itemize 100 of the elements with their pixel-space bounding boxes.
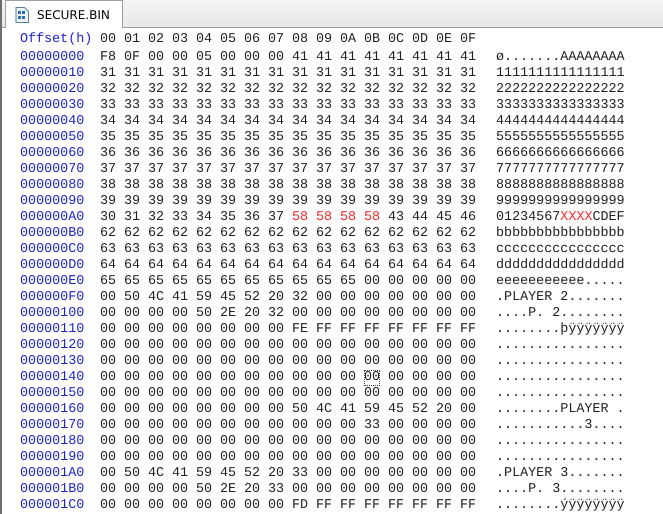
hex-byte[interactable]: 63 [316, 242, 332, 258]
hex-byte[interactable]: 32 [172, 82, 188, 98]
hex-byte[interactable]: 38 [364, 178, 380, 194]
hex-byte[interactable]: 00 [292, 450, 308, 466]
hex-byte[interactable]: 34 [148, 114, 164, 130]
hex-byte[interactable]: 32 [316, 82, 332, 98]
hex-byte[interactable]: 00 [148, 418, 164, 434]
hex-byte[interactable]: 00 [340, 354, 356, 370]
hex-byte[interactable]: 37 [172, 162, 188, 178]
hex-byte[interactable]: 00 [124, 498, 140, 514]
hex-byte[interactable]: 00 [148, 386, 164, 402]
hex-byte[interactable]: 63 [172, 242, 188, 258]
hex-byte[interactable]: 34 [244, 114, 260, 130]
hex-byte[interactable]: FF [364, 498, 380, 514]
hex-byte[interactable]: 00 [148, 498, 164, 514]
hex-byte[interactable]: 39 [412, 194, 428, 210]
hex-byte[interactable]: 41 [316, 50, 332, 66]
hex-byte[interactable]: 38 [388, 178, 404, 194]
hex-byte[interactable]: 39 [268, 194, 284, 210]
hex-byte[interactable]: 00 [388, 306, 404, 322]
hex-byte[interactable]: 00 [340, 338, 356, 354]
hex-byte[interactable]: 38 [316, 178, 332, 194]
hex-byte[interactable]: 00 [220, 402, 236, 418]
hex-byte[interactable]: 39 [340, 194, 356, 210]
hex-byte[interactable]: 00 [196, 434, 212, 450]
hex-byte[interactable]: 36 [124, 146, 140, 162]
hex-byte[interactable]: 43 [388, 210, 404, 226]
hex-byte[interactable]: 65 [148, 274, 164, 290]
hex-byte[interactable]: 00 [364, 290, 380, 306]
hex-byte[interactable]: 39 [316, 194, 332, 210]
hex-byte[interactable]: 63 [268, 242, 284, 258]
hex-byte[interactable]: 00 [268, 354, 284, 370]
hex-byte[interactable]: 35 [268, 130, 284, 146]
hex-byte[interactable]: 62 [388, 226, 404, 242]
hex-byte[interactable]: 00 [196, 354, 212, 370]
hex-byte[interactable]: 32 [292, 82, 308, 98]
hex-byte[interactable]: 64 [172, 258, 188, 274]
hex-byte[interactable]: 33 [100, 98, 116, 114]
hex-byte[interactable]: 00 [124, 370, 140, 386]
hex-byte[interactable]: 35 [316, 130, 332, 146]
hex-byte[interactable]: 32 [388, 82, 404, 98]
hex-byte[interactable]: 00 [292, 354, 308, 370]
hex-byte[interactable]: 00 [412, 466, 428, 482]
hex-byte[interactable]: 00 [124, 306, 140, 322]
hex-byte[interactable]: 31 [460, 66, 476, 82]
hex-byte[interactable]: 34 [292, 114, 308, 130]
hex-byte[interactable]: 00 [292, 306, 308, 322]
hex-byte[interactable]: 32 [460, 82, 476, 98]
hex-byte[interactable]: 35 [220, 130, 236, 146]
hex-byte[interactable]: 36 [436, 146, 452, 162]
hex-byte[interactable]: 2E [220, 306, 236, 322]
hex-byte[interactable]: 31 [388, 66, 404, 82]
hex-byte[interactable]: 63 [436, 242, 452, 258]
hex-byte[interactable]: 00 [220, 418, 236, 434]
hex-byte[interactable]: 00 [124, 482, 140, 498]
hex-byte[interactable]: 37 [244, 162, 260, 178]
hex-byte[interactable]: FF [340, 322, 356, 338]
hex-byte[interactable]: 30 [100, 210, 116, 226]
hex-byte[interactable]: 00 [124, 418, 140, 434]
hex-byte[interactable]: 00 [436, 418, 452, 434]
hex-byte[interactable]: 00 [316, 482, 332, 498]
hex-byte[interactable]: 00 [412, 418, 428, 434]
hex-byte[interactable]: 33 [268, 98, 284, 114]
hex-byte[interactable]: 00 [148, 450, 164, 466]
hex-byte[interactable]: 00 [172, 402, 188, 418]
hex-byte[interactable]: 00 [100, 322, 116, 338]
hex-byte[interactable]: 00 [436, 274, 452, 290]
hex-byte[interactable]: 64 [124, 258, 140, 274]
hex-byte[interactable]: 37 [196, 162, 212, 178]
hex-byte[interactable]: 37 [364, 162, 380, 178]
hex-byte[interactable]: 00 [268, 402, 284, 418]
hex-byte[interactable]: 00 [436, 386, 452, 402]
hex-byte[interactable]: 63 [460, 242, 476, 258]
hex-byte[interactable]: 00 [244, 50, 260, 66]
hex-byte[interactable]: 00 [268, 450, 284, 466]
hex-byte[interactable]: 38 [220, 178, 236, 194]
hex-byte[interactable]: 37 [460, 162, 476, 178]
hex-byte[interactable]: 36 [388, 146, 404, 162]
hex-byte[interactable]: 00 [460, 466, 476, 482]
hex-byte[interactable]: 31 [172, 66, 188, 82]
hex-byte[interactable]: 36 [460, 146, 476, 162]
hex-byte[interactable]: 52 [412, 402, 428, 418]
hex-byte[interactable]: 63 [124, 242, 140, 258]
hex-byte[interactable]: 36 [100, 146, 116, 162]
hex-byte[interactable]: 00 [388, 418, 404, 434]
hex-byte[interactable]: 64 [316, 258, 332, 274]
hex-byte[interactable]: 38 [148, 178, 164, 194]
hex-byte[interactable]: 34 [436, 114, 452, 130]
hex-byte[interactable]: 00 [412, 386, 428, 402]
hex-byte[interactable]: 36 [268, 146, 284, 162]
hex-byte[interactable]: 20 [268, 466, 284, 482]
hex-byte[interactable]: FD [292, 498, 308, 514]
hex-byte[interactable]: FF [316, 498, 332, 514]
hex-byte[interactable]: FF [436, 322, 452, 338]
hex-byte[interactable]: 31 [148, 66, 164, 82]
hex-byte[interactable]: 00 [220, 498, 236, 514]
hex-byte[interactable]: 00 [220, 370, 236, 386]
hex-byte[interactable]: FF [412, 322, 428, 338]
hex-byte[interactable]: 64 [196, 258, 212, 274]
hex-byte[interactable]: 33 [268, 482, 284, 498]
